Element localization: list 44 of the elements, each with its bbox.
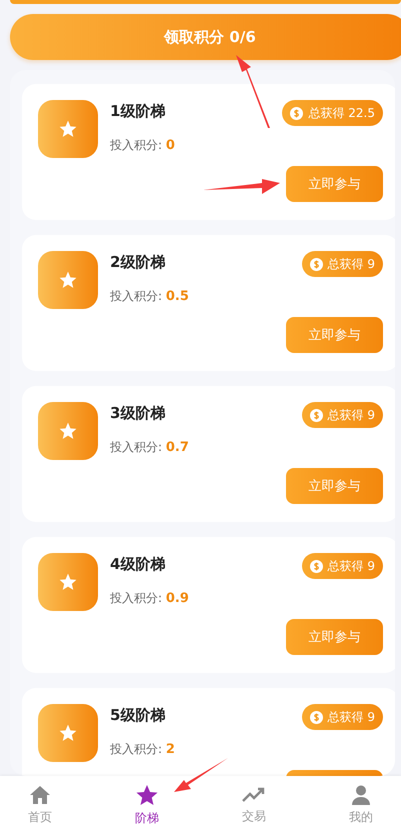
earned-text: 总获得 9 — [328, 708, 375, 726]
level-title: 2级阶梯 — [110, 253, 166, 272]
level-title: 3级阶梯 — [110, 404, 166, 423]
star-icon — [135, 784, 159, 806]
dollar-coin-icon — [310, 710, 323, 724]
earned-text: 总获得 9 — [328, 406, 375, 424]
level-title: 4级阶梯 — [110, 555, 166, 574]
star-icon — [38, 100, 98, 158]
dollar-coin-icon — [290, 106, 304, 120]
points-label: 投入积分: — [110, 138, 162, 152]
tab[interactable]: 首页 — [10, 776, 70, 834]
points-label: 投入积分: — [110, 742, 162, 756]
dollar-coin-icon — [310, 408, 323, 422]
points-value: 0.5 — [166, 289, 189, 304]
tab[interactable]: 我的 — [331, 776, 391, 834]
points-value: 0 — [166, 138, 175, 153]
points-label: 投入积分: — [110, 440, 162, 454]
points-value: 0.7 — [166, 440, 189, 455]
earned-text: 总获得 9 — [328, 256, 375, 272]
earned-text: 总获得 9 — [328, 558, 375, 574]
join-button[interactable]: 立即参与 — [286, 468, 383, 504]
dollar-coin-icon — [310, 560, 323, 572]
points-label: 投入积分: — [110, 591, 162, 605]
points-value: 0.9 — [166, 591, 189, 606]
annotation-arrow — [174, 758, 228, 792]
trend-icon — [242, 786, 266, 804]
join-button[interactable]: 立即参与 — [286, 166, 383, 202]
level-title: 5级阶梯 — [110, 706, 166, 725]
star-icon — [38, 704, 98, 762]
points-label: 投入积分: — [110, 289, 162, 303]
star-icon — [38, 251, 98, 309]
level-title: 1级阶梯 — [110, 102, 166, 121]
earned-text: 总获得 22.5 — [308, 104, 375, 122]
user-icon — [351, 784, 371, 804]
dollar-coin-icon — [310, 258, 323, 270]
points-value: 2 — [166, 742, 175, 757]
star-icon — [38, 402, 98, 460]
home-icon — [29, 784, 51, 804]
join-button[interactable]: 立即参与 — [286, 317, 383, 353]
tab[interactable]: 阶梯 — [117, 776, 177, 834]
join-button[interactable]: 立即参与 — [286, 619, 383, 655]
claim-points-button[interactable]: 领取积分 0/6 — [10, 14, 401, 60]
star-icon — [38, 553, 98, 611]
tab[interactable]: 交易 — [224, 776, 284, 834]
